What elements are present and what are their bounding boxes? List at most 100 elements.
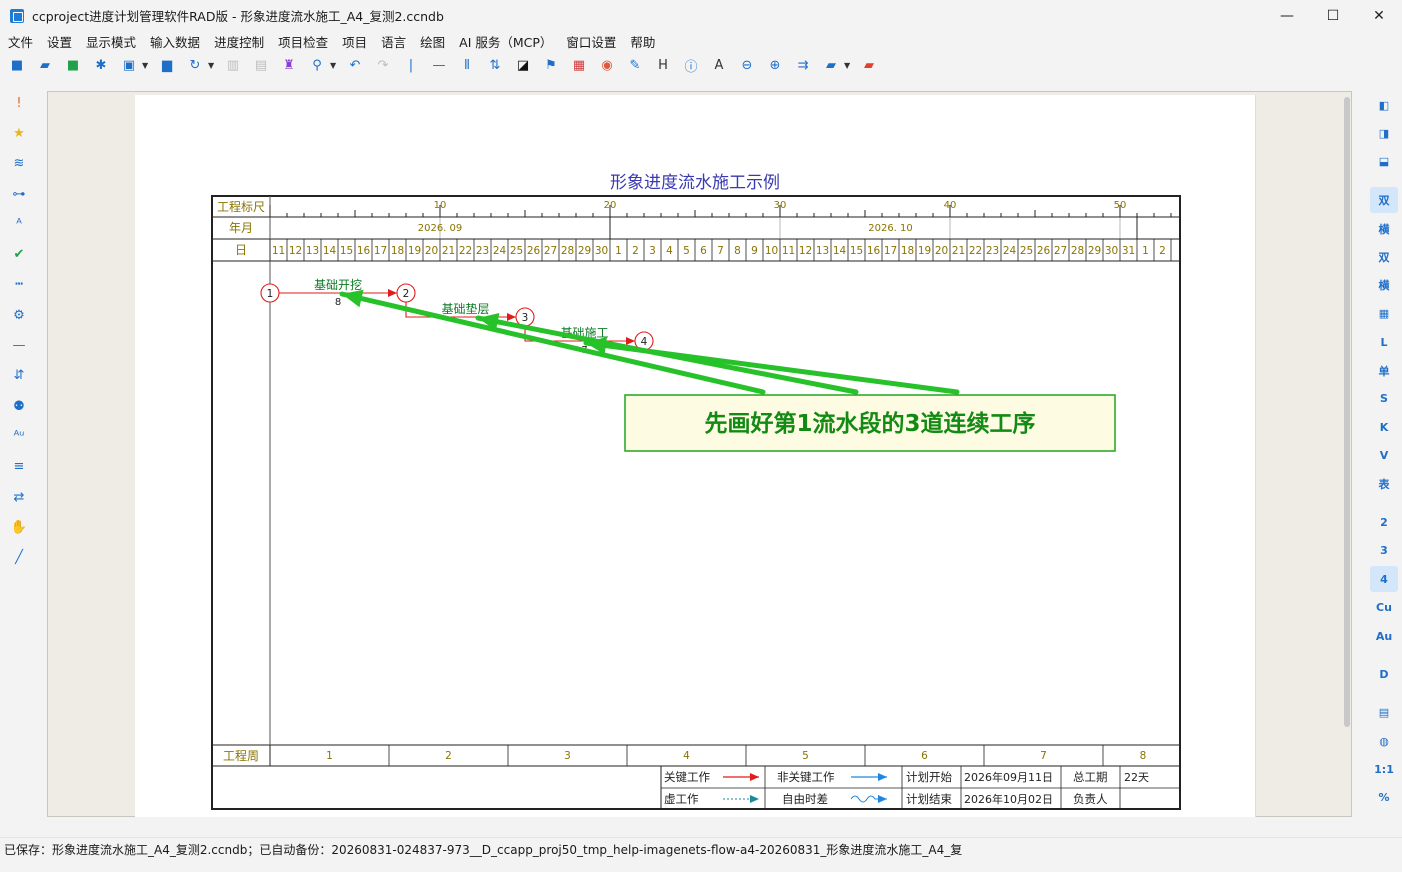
print-icon[interactable]: ▆ <box>156 54 178 76</box>
k-letter-icon[interactable]: K <box>1370 414 1398 440</box>
minimize-button[interactable]: — <box>1264 0 1310 31</box>
refresh-icon[interactable]: ↻ <box>184 54 206 76</box>
dotted-line-icon[interactable]: ┅ <box>0 270 38 300</box>
spell-check-icon[interactable]: ᴬ <box>0 209 38 239</box>
calculator-icon[interactable]: ▤ <box>1370 700 1398 726</box>
node-label-4: 4 <box>641 336 648 348</box>
link-icon[interactable]: ⊶ <box>0 179 38 209</box>
minus-icon[interactable]: — <box>0 330 38 360</box>
horizontal-mode-icon[interactable]: 横 <box>1370 216 1398 242</box>
panel-left-icon[interactable]: ◧ <box>1370 92 1398 118</box>
sort-list-icon[interactable]: ⇵ <box>0 361 38 391</box>
level-4-icon[interactable]: 4 <box>1370 566 1398 593</box>
save-icon[interactable]: ■ <box>62 54 84 76</box>
level-3-icon[interactable]: 3 <box>1370 538 1398 564</box>
panel-bottom-icon[interactable]: ⬓ <box>1370 149 1398 175</box>
menu-item-6[interactable]: 项目 <box>335 32 374 51</box>
paste-icon[interactable]: ▤ <box>250 54 272 76</box>
vertical-scrollbar[interactable] <box>1342 91 1352 817</box>
schedule-chart[interactable]: 形象进度流水施工示例工程标尺年月日工程周 10 20 30 40 50 2026. 09 20… <box>135 95 1255 817</box>
flag-icon[interactable]: ⚑ <box>540 54 562 76</box>
exclamation-icon[interactable]: ! <box>0 88 38 118</box>
undo-icon[interactable]: ↶ <box>344 54 366 76</box>
report-icon[interactable]: ▦ <box>568 54 590 76</box>
menu-item-1[interactable]: 设置 <box>40 32 79 51</box>
pen-icon[interactable]: ╱ <box>0 542 38 572</box>
cu-icon[interactable]: Cu <box>1370 595 1398 621</box>
percent-icon[interactable]: % <box>1370 785 1398 811</box>
s-letter-icon[interactable]: S <box>1370 386 1398 412</box>
day-label: 3 <box>649 245 656 257</box>
comment-icon[interactable]: ◍ <box>1370 728 1398 754</box>
merge-arrows-icon[interactable]: ⇉ <box>792 54 814 76</box>
au-icon[interactable]: ᴬᵘ <box>0 421 38 451</box>
info-icon[interactable]: ⓘ <box>680 54 702 76</box>
palette-icon[interactable]: ◉ <box>596 54 618 76</box>
wave-icon[interactable]: ≋ <box>0 149 38 179</box>
menu-item-5[interactable]: 项目检查 <box>271 32 335 51</box>
zoom-in-icon[interactable]: ⊕ <box>764 54 786 76</box>
menu-item-8[interactable]: 绘图 <box>413 32 452 51</box>
filter-icon[interactable]: ≡ <box>0 452 38 482</box>
v-letter-icon[interactable]: V <box>1370 443 1398 469</box>
new-icon[interactable]: ■ <box>6 54 28 76</box>
zoom-out-icon[interactable]: ⊖ <box>736 54 758 76</box>
gear-icon[interactable]: ⚙ <box>0 300 38 330</box>
paper-page[interactable]: 形象进度流水施工示例 工程标尺 年月日工程周 10 20 30 40 50 2026. 09 20… <box>135 95 1255 817</box>
dropdown-caret-icon[interactable]: ▼ <box>330 61 340 70</box>
menu-item-9[interactable]: AI 服务（MCP） <box>452 32 559 51</box>
font-a-icon[interactable]: A <box>708 54 730 76</box>
copy-icon[interactable]: ▥ <box>222 54 244 76</box>
menu-item-7[interactable]: 语言 <box>374 32 413 51</box>
week-label: 1 <box>326 750 333 762</box>
double-settings-icon[interactable]: 双 <box>1370 244 1398 270</box>
menu-item-10[interactable]: 窗口设置 <box>559 32 623 51</box>
sort-icon[interactable]: ⇅ <box>484 54 506 76</box>
vertical-line-icon[interactable]: | <box>400 54 422 76</box>
maximize-button[interactable]: ☐ <box>1310 0 1356 31</box>
users-icon[interactable]: ⚉ <box>0 391 38 421</box>
image-icon[interactable]: ▣ <box>118 54 140 76</box>
table-icon[interactable]: 表 <box>1370 471 1398 497</box>
dropdown-caret-icon[interactable]: ▼ <box>142 61 152 70</box>
dropdown-caret-icon[interactable]: ▼ <box>208 61 218 70</box>
h-letter-icon[interactable]: H <box>652 54 674 76</box>
star-burst-icon[interactable]: ✱ <box>90 54 112 76</box>
l-letter-icon[interactable]: L <box>1370 329 1398 355</box>
task-name-1: 基础垫层 <box>441 301 489 316</box>
open-folder-icon[interactable]: ▰ <box>34 54 56 76</box>
menu-item-0[interactable]: 文件 <box>0 32 40 51</box>
folder-icon[interactable]: ▰ <box>820 54 842 76</box>
search-icon[interactable]: ⚲ <box>306 54 328 76</box>
star-icon[interactable]: ★ <box>0 118 38 148</box>
ratio-icon[interactable]: 1:1 <box>1370 757 1398 783</box>
menu-item-4[interactable]: 进度控制 <box>207 32 271 51</box>
swap-icon[interactable]: ⇄ <box>0 482 38 512</box>
dropdown-caret-icon[interactable]: ▼ <box>844 61 854 70</box>
red-folder-icon[interactable]: ▰ <box>858 54 880 76</box>
format-brush-icon[interactable]: ♜ <box>278 54 300 76</box>
check-icon[interactable]: ✔ <box>0 239 38 269</box>
grid-table-icon[interactable]: ▦ <box>1370 301 1398 327</box>
toolbar-separator <box>1366 177 1402 187</box>
panel-right-icon[interactable]: ◨ <box>1370 120 1398 146</box>
hand-icon[interactable]: ✋ <box>0 512 38 542</box>
double-mode-icon[interactable]: 双 <box>1370 187 1398 214</box>
day-label: 29 <box>578 245 591 257</box>
single-icon[interactable]: 单 <box>1370 358 1398 384</box>
menu-item-11[interactable]: 帮助 <box>623 32 662 51</box>
redo-icon[interactable]: ↷ <box>372 54 394 76</box>
au-icon[interactable]: Au <box>1370 623 1398 649</box>
horizontal-line-icon[interactable]: — <box>428 54 450 76</box>
close-button[interactable]: ✕ <box>1356 0 1402 31</box>
day-label: 11 <box>272 245 285 257</box>
contrast-icon[interactable]: ◪ <box>512 54 534 76</box>
level-2-icon[interactable]: 2 <box>1370 509 1398 535</box>
scrollbar-thumb[interactable] <box>1344 97 1350 727</box>
columns-icon[interactable]: ⦀ <box>456 54 478 76</box>
menu-item-2[interactable]: 显示模式 <box>79 32 143 51</box>
menu-item-3[interactable]: 输入数据 <box>143 32 207 51</box>
d-letter-icon[interactable]: D <box>1370 661 1398 687</box>
horizontal-settings-icon[interactable]: 横 <box>1370 272 1398 298</box>
edit-note-icon[interactable]: ✎ <box>624 54 646 76</box>
